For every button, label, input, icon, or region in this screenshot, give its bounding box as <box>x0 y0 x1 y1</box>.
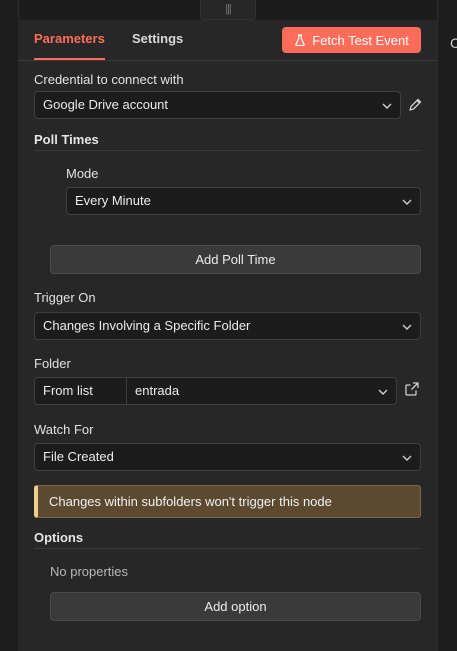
folder-label: Folder <box>34 356 71 371</box>
folder-value: entrada <box>135 383 180 398</box>
chevron-down-icon <box>402 324 412 330</box>
node-parameters-panel: Parameters Settings Fetch Test Event Cre… <box>18 20 437 651</box>
drag-handle[interactable]: ||| <box>200 0 256 20</box>
tab-parameters[interactable]: Parameters <box>34 31 105 60</box>
right-panel-edge: C <box>437 0 457 651</box>
poll-times-divider <box>34 150 421 151</box>
folder-select[interactable]: entrada <box>126 377 397 405</box>
flask-icon <box>295 34 305 46</box>
chevron-down-icon <box>378 389 388 395</box>
mode-value: Every Minute <box>75 193 151 208</box>
tabs-bar: Parameters Settings Fetch Test Event <box>18 20 437 61</box>
left-panel-edge <box>0 0 19 651</box>
tab-settings[interactable]: Settings <box>132 31 183 46</box>
watch-for-select[interactable]: File Created <box>34 443 421 471</box>
subfolder-notice: Changes within subfolders won't trigger … <box>34 485 421 518</box>
folder-source-value: From list <box>43 383 93 398</box>
top-bar: ||| <box>0 0 457 21</box>
chevron-down-icon <box>402 199 412 205</box>
right-panel-peek-text: C <box>450 35 457 51</box>
no-properties-text: No properties <box>50 564 129 579</box>
watch-for-label: Watch For <box>34 422 94 437</box>
mode-select[interactable]: Every Minute <box>66 187 421 215</box>
watch-for-value: File Created <box>43 449 114 464</box>
options-title: Options <box>34 530 84 545</box>
trigger-on-value: Changes Involving a Specific Folder <box>43 318 251 333</box>
trigger-on-label: Trigger On <box>34 290 96 305</box>
chevron-down-icon <box>402 455 412 461</box>
options-divider <box>34 548 421 549</box>
folder-source-select[interactable]: From list <box>34 377 127 405</box>
credential-value: Google Drive account <box>43 97 169 112</box>
mode-label: Mode <box>66 166 99 181</box>
credential-select[interactable]: Google Drive account <box>34 91 401 119</box>
external-link-icon[interactable] <box>404 381 420 397</box>
credential-label: Credential to connect with <box>34 72 184 87</box>
fetch-test-event-button[interactable]: Fetch Test Event <box>282 27 421 53</box>
pencil-icon[interactable] <box>407 97 423 113</box>
add-poll-time-button[interactable]: Add Poll Time <box>50 245 421 274</box>
fetch-test-event-label: Fetch Test Event <box>312 32 409 48</box>
trigger-on-select[interactable]: Changes Involving a Specific Folder <box>34 312 421 340</box>
add-option-button[interactable]: Add option <box>50 592 421 621</box>
chevron-down-icon <box>382 103 392 109</box>
poll-times-title: Poll Times <box>34 132 99 147</box>
